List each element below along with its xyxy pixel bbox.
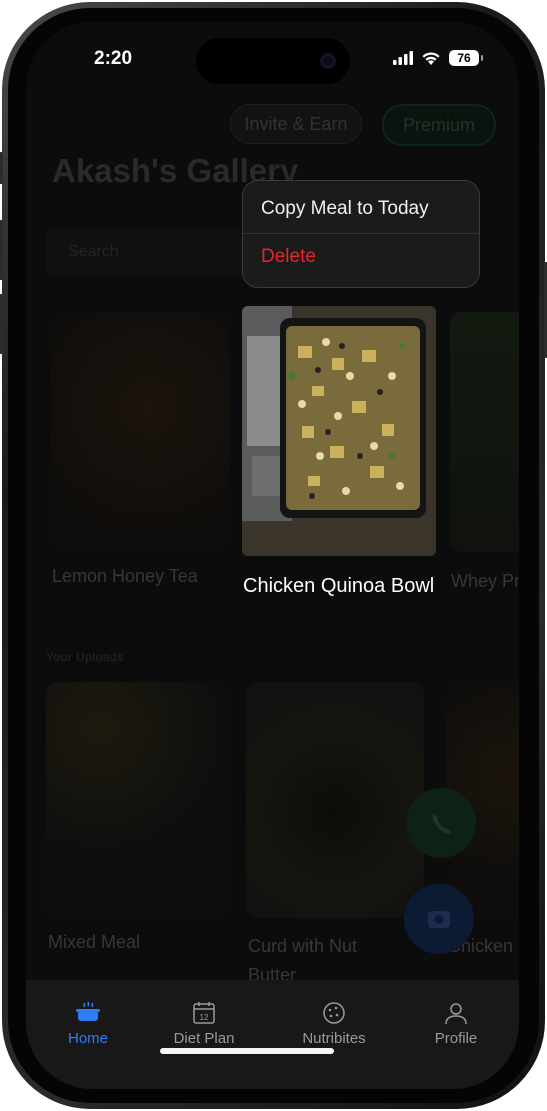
tab-diet-plan[interactable]: 12 Diet Plan: [154, 1000, 254, 1047]
meal-image-lemon-honey-tea[interactable]: [50, 312, 230, 552]
calendar-icon: 12: [193, 1002, 215, 1024]
dynamic-island: [196, 38, 350, 84]
tab-label: Diet Plan: [173, 1030, 235, 1047]
context-menu: Copy Meal to Today Delete: [242, 180, 480, 288]
wifi-icon: [422, 51, 440, 65]
section-label: Your Uploads: [46, 650, 124, 664]
tab-home[interactable]: Home: [38, 1000, 138, 1047]
premium-button[interactable]: Premium: [382, 104, 496, 146]
delete-option[interactable]: Delete: [243, 234, 479, 286]
chicken-quinoa-bowl-photo: [242, 306, 436, 556]
signal-icon: [393, 51, 413, 65]
search-input[interactable]: Search: [46, 228, 264, 276]
volume-up-button: [0, 220, 3, 280]
pot-icon: [76, 1001, 100, 1021]
meal-image-chicken-quinoa-bowl[interactable]: [242, 306, 436, 556]
app-screen: 2:20 76 Invite & Earn Premium Akash's Ga…: [26, 22, 519, 1089]
bottom-nav: Home 12 Diet Plan Nutribites Profile: [26, 980, 519, 1089]
cookie-icon: [323, 1002, 345, 1024]
volume-down-button: [0, 294, 3, 354]
status-icons: 76: [393, 50, 483, 66]
meal-image-curd-nut-butter[interactable]: [246, 682, 424, 918]
phone-icon: [432, 814, 451, 834]
status-time: 2:20: [94, 48, 133, 69]
person-icon: [445, 1003, 467, 1025]
tab-profile[interactable]: Profile: [406, 1000, 506, 1047]
action-button: [0, 152, 3, 184]
home-indicator[interactable]: [160, 1048, 334, 1054]
meal-name-lemon-honey-tea: Lemon Honey Tea: [52, 566, 198, 586]
copy-meal-to-today-option[interactable]: Copy Meal to Today: [243, 181, 479, 234]
camera-fab[interactable]: [404, 884, 474, 954]
calendar-day: 12: [200, 1013, 209, 1022]
tab-label: Nutribites: [302, 1030, 366, 1047]
camera-icon: [428, 911, 450, 928]
tab-nutribites[interactable]: Nutribites: [284, 1000, 384, 1047]
meal-name-text: Whey Protein Shake: [451, 571, 519, 591]
invite-earn-button[interactable]: Invite & Earn: [230, 104, 362, 144]
tab-label: Home: [67, 1030, 108, 1047]
camera-icon: [320, 53, 336, 69]
meal-name-mixed-meal: Mixed Meal: [48, 932, 141, 952]
meal-image-whey-protein-shake[interactable]: [450, 312, 519, 552]
tab-label: Profile: [434, 1030, 478, 1047]
meal-name-whey-protein-shake: Whey Protein Shake: [451, 566, 519, 596]
battery-indicator: 76: [449, 50, 483, 66]
meal-name-chicken-quinoa-bowl: Chicken Quinoa Bowl: [243, 575, 435, 597]
meal-image-mixed-meal[interactable]: [46, 682, 226, 918]
call-fab[interactable]: [406, 788, 476, 858]
